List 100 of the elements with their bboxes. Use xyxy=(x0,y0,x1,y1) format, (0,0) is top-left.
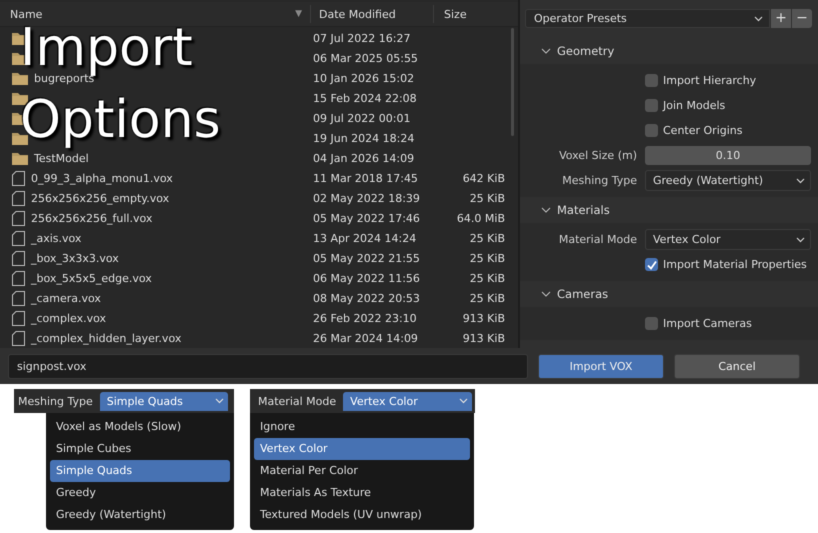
date-modified: 26 Feb 2022 23:10 xyxy=(312,312,418,324)
chevron-down-icon xyxy=(214,398,224,404)
file-size: 25 KiB xyxy=(468,272,505,284)
file-size: 913 KiB xyxy=(462,312,505,324)
file-name: _complex_hidden_layer.vox xyxy=(31,332,182,344)
file-name: 0_99_3_alpha_monu1.vox xyxy=(31,172,173,184)
checkbox[interactable]: Import Hierarchy xyxy=(645,74,756,87)
date-modified: 08 May 2022 20:53 xyxy=(312,292,421,304)
column-label: Name xyxy=(10,8,42,20)
file-size: 642 KiB xyxy=(462,172,505,184)
date-modified: 19 Jun 2024 18:24 xyxy=(312,132,416,144)
file-size: 64.0 MiB xyxy=(456,212,505,224)
file-row[interactable]: _complex_hidden_layer.vox 26 Mar 2024 14:09 913 KiB xyxy=(0,328,518,348)
property-label: Material Mode xyxy=(558,233,637,246)
file-icon xyxy=(12,210,25,226)
file-row[interactable]: 0_99_3_alpha_monu1.vox 11 Mar 2018 17:45 642 KiB xyxy=(0,168,518,188)
file-name: _box_3x3x3.vox xyxy=(31,252,119,264)
checkbox[interactable]: Join Models xyxy=(645,99,726,112)
file-row[interactable]: _camera.vox 08 May 2022 20:53 25 KiB xyxy=(0,288,518,308)
presets-dropdown[interactable]: Operator Presets xyxy=(525,9,770,28)
checkmark-icon xyxy=(646,258,658,270)
file-size: 913 KiB xyxy=(462,332,505,344)
file-row[interactable]: _box_3x3x3.vox 05 May 2022 21:55 25 KiB xyxy=(0,248,518,268)
date-modified: 13 Apr 2024 14:24 xyxy=(312,232,418,244)
date-modified: 15 Feb 2024 22:08 xyxy=(312,92,418,104)
section-title: Cameras xyxy=(557,287,608,301)
file-icon xyxy=(12,310,25,326)
overlay-title: Options xyxy=(20,90,221,151)
section-header[interactable]: Materials xyxy=(520,197,818,223)
file-row[interactable]: _box_5x5x5_edge.vox 06 May 2022 11:56 25 KiB xyxy=(0,268,518,288)
file-row[interactable]: 256x256x256_full.vox 05 May 2022 17:46 64.0 MiB xyxy=(0,208,518,228)
date-modified: 07 Jul 2022 16:27 xyxy=(312,32,412,44)
date-modified: 06 May 2022 11:56 xyxy=(312,272,421,284)
section-header[interactable]: Cameras xyxy=(520,281,818,307)
dropdown[interactable]: Simple Quads xyxy=(100,392,228,410)
file-size: 25 KiB xyxy=(468,292,505,304)
checkbox[interactable]: Import Cameras xyxy=(645,317,752,330)
file-row[interactable]: _axis.vox 13 Apr 2024 14:24 25 KiB xyxy=(0,228,518,248)
file-row[interactable]: _complex.vox 26 Feb 2022 23:10 913 KiB xyxy=(0,308,518,328)
file-name: _complex.vox xyxy=(31,312,106,324)
dropdown[interactable]: Vertex Color xyxy=(343,392,472,410)
section-title: Materials xyxy=(557,203,610,217)
date-modified: 06 Mar 2025 05:55 xyxy=(312,52,419,64)
number-field[interactable]: 0.10 xyxy=(645,146,811,165)
section-title: Geometry xyxy=(557,44,614,58)
file-icon xyxy=(12,250,25,266)
file-row[interactable]: 256x256x256_empty.vox 02 May 2022 18:39 25 KiB xyxy=(0,188,518,208)
file-size: 25 KiB xyxy=(468,232,505,244)
folder-icon xyxy=(12,152,28,164)
column-heading[interactable]: Date Modified xyxy=(311,5,434,23)
menu-item[interactable]: Greedy xyxy=(50,482,230,504)
file-icon xyxy=(12,230,25,246)
chevron-down-icon xyxy=(754,16,763,22)
column-label: Date Modified xyxy=(319,8,396,20)
chevron-down-icon xyxy=(459,398,468,404)
date-modified: 02 May 2022 18:39 xyxy=(312,192,421,204)
column-heading[interactable]: Size xyxy=(434,5,467,23)
menu-item[interactable]: Simple Quads xyxy=(50,460,230,482)
filename-field[interactable]: signpost.vox xyxy=(8,354,528,378)
menu-item[interactable]: Textured Models (UV unwrap) xyxy=(254,504,470,526)
menu-item[interactable]: Materials As Texture xyxy=(254,482,470,504)
chevron-down-icon xyxy=(796,178,805,184)
dropdown[interactable]: Greedy (Watertight) xyxy=(645,170,811,191)
date-modified: 05 May 2022 21:55 xyxy=(312,252,421,264)
chevron-down-icon xyxy=(796,236,805,242)
scrollbar[interactable] xyxy=(511,28,514,136)
section-header[interactable]: Geometry xyxy=(520,38,818,64)
file-name: _axis.vox xyxy=(31,232,82,244)
menu-item[interactable]: Simple Cubes xyxy=(50,438,230,460)
menu-item[interactable]: Greedy (Watertight) xyxy=(50,504,230,526)
dialog-button[interactable]: Cancel xyxy=(674,354,800,378)
date-modified: 26 Mar 2024 14:09 xyxy=(312,332,419,344)
date-modified: 09 Jul 2022 00:01 xyxy=(312,112,412,124)
file-size: 25 KiB xyxy=(468,252,505,264)
menu-item[interactable]: Material Per Color xyxy=(254,460,470,482)
date-modified: 10 Jan 2026 15:02 xyxy=(312,72,416,84)
dialog-button[interactable]: Import VOX xyxy=(538,354,664,378)
file-name: 256x256x256_empty.vox xyxy=(31,192,170,204)
property-label: Meshing Type xyxy=(562,174,637,187)
preset-button[interactable]: + xyxy=(771,9,791,28)
file-name: TestModel xyxy=(34,152,89,164)
file-name: _camera.vox xyxy=(31,292,101,304)
date-modified: 04 Jan 2026 14:09 xyxy=(312,152,416,164)
sort-indicator: ▼ xyxy=(295,9,302,19)
file-size: 25 KiB xyxy=(468,192,505,204)
property-label: Voxel Size (m) xyxy=(559,149,637,162)
checkbox[interactable]: Import Material Properties xyxy=(645,258,807,271)
menu-item[interactable]: Vertex Color xyxy=(254,438,470,460)
checkbox[interactable]: Center Origins xyxy=(645,124,742,137)
property-label: Meshing Type xyxy=(18,394,93,408)
preset-button[interactable]: − xyxy=(792,9,812,28)
file-icon xyxy=(12,270,25,286)
menu-item[interactable]: Voxel as Models (Slow) xyxy=(50,416,230,438)
file-icon xyxy=(12,170,25,186)
property-label: Material Mode xyxy=(258,394,336,408)
column-heading[interactable]: Name ▼ xyxy=(0,5,311,23)
menu-item[interactable]: Ignore xyxy=(254,416,470,438)
dropdown[interactable]: Vertex Color xyxy=(645,229,811,250)
file-name: _box_5x5x5_edge.vox xyxy=(31,272,152,284)
file-row[interactable]: TestModel 04 Jan 2026 14:09 xyxy=(0,148,518,168)
